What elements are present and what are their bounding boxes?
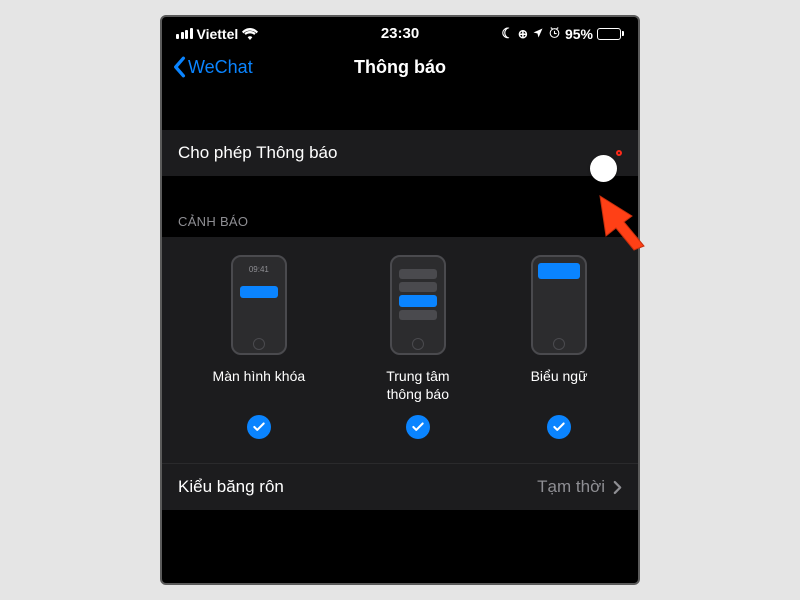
alerts-options-row: 09:41 Màn hình khóa Trung tâm thông báo … (162, 237, 638, 463)
notification-center-preview-icon (390, 255, 446, 355)
alert-option-label: Biểu ngữ (531, 367, 588, 403)
back-button[interactable]: WeChat (172, 56, 253, 78)
banner-preview-icon (531, 255, 587, 355)
alert-option-label: Trung tâm thông báo (386, 367, 449, 403)
alert-option-label: Màn hình khóa (213, 367, 306, 403)
lock-time-label: 09:41 (249, 265, 269, 274)
highlight-box (616, 150, 622, 156)
banner-style-row[interactable]: Kiểu băng rôn Tạm thời (162, 464, 638, 510)
location-icon (532, 26, 544, 42)
back-label: WeChat (188, 57, 253, 78)
phone-screen: Viettel 23:30 ☾ ⊕ 95% WeChat Thông báo C… (160, 15, 640, 585)
lock-rotation-icon: ⊕ (518, 27, 528, 41)
battery-icon (597, 28, 624, 40)
status-time: 23:30 (381, 25, 419, 42)
alarm-icon (548, 26, 561, 42)
nav-bar: WeChat Thông báo (162, 46, 638, 92)
wifi-icon (242, 28, 258, 40)
chevron-left-icon (172, 56, 186, 78)
allow-notifications-row: Cho phép Thông báo (162, 130, 638, 176)
carrier-label: Viettel (197, 26, 239, 42)
alerts-section-header: CẢNH BÁO (162, 176, 638, 237)
alert-option-banners[interactable]: Biểu ngữ (531, 255, 588, 439)
checkmark-icon (406, 415, 430, 439)
alert-option-notification-center[interactable]: Trung tâm thông báo (386, 255, 449, 439)
checkmark-icon (547, 415, 571, 439)
banner-style-label: Kiểu băng rôn (178, 477, 284, 497)
allow-notifications-label: Cho phép Thông báo (178, 143, 337, 163)
status-bar: Viettel 23:30 ☾ ⊕ 95% (162, 17, 638, 46)
battery-pct: 95% (565, 26, 593, 42)
checkmark-icon (247, 415, 271, 439)
banner-style-value: Tạm thời (537, 477, 605, 497)
chevron-right-icon (613, 480, 622, 495)
signal-icon (176, 28, 193, 39)
moon-icon: ☾ (501, 25, 514, 42)
spacer (162, 92, 638, 130)
page-title: Thông báo (354, 57, 446, 78)
toggle-knob (590, 155, 617, 182)
lock-screen-preview-icon: 09:41 (231, 255, 287, 355)
alert-option-lock-screen[interactable]: 09:41 Màn hình khóa (213, 255, 306, 439)
